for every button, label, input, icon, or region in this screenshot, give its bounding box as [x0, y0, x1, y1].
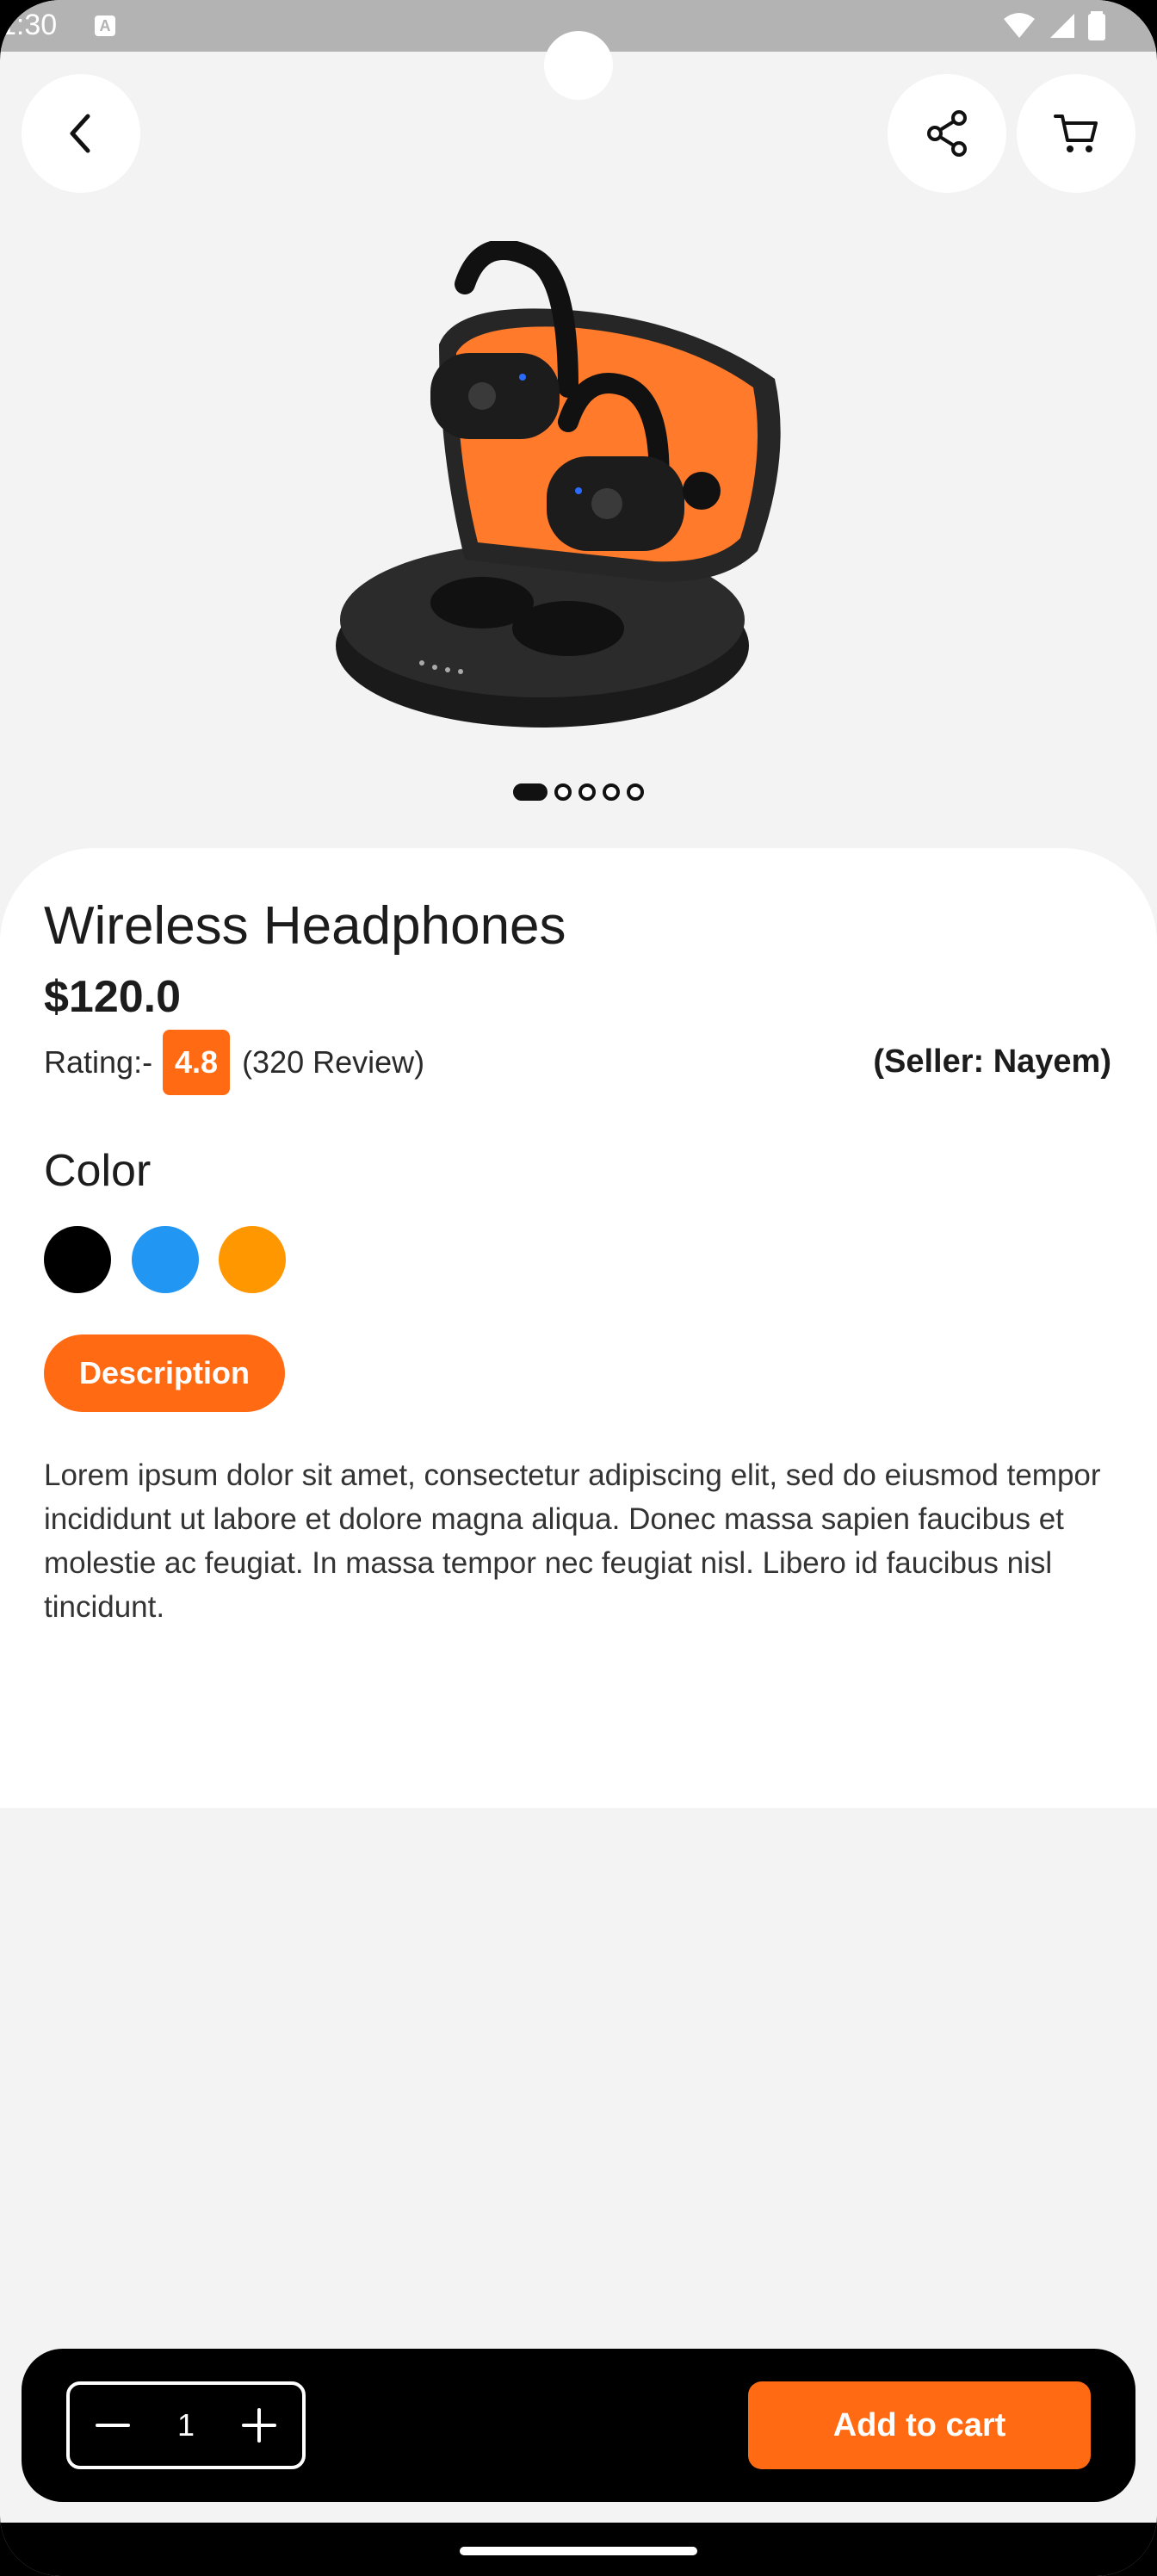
add-to-cart-button[interactable]: Add to cart	[748, 2381, 1091, 2469]
plus-icon[interactable]	[240, 2406, 278, 2444]
battery-icon	[1088, 11, 1105, 40]
color-swatch-orange[interactable]	[219, 1226, 286, 1293]
back-button[interactable]	[22, 74, 140, 193]
carousel-dot[interactable]	[627, 783, 644, 801]
rating-row: Rating:- 4.8 (320 Review)	[44, 1030, 424, 1095]
share-button[interactable]	[888, 74, 1006, 193]
quantity-stepper: 1	[66, 2381, 306, 2469]
description-text: Lorem ipsum dolor sit amet, consectetur …	[44, 1458, 1101, 1624]
color-label: Color	[44, 1146, 152, 1196]
product-price: $120.0	[44, 972, 182, 1022]
carousel-dot[interactable]	[554, 783, 572, 801]
quantity-value: 1	[176, 2407, 195, 2443]
carousel-dot[interactable]	[578, 783, 596, 801]
share-icon	[927, 110, 967, 157]
rating-badge: 4.8	[163, 1030, 231, 1095]
signal-icon	[1050, 14, 1074, 38]
a-icon: A	[95, 15, 115, 36]
color-swatch-blue[interactable]	[132, 1226, 199, 1293]
product-title: Wireless Headphones	[44, 896, 566, 956]
product-detail-screen: 1:30 A Wireless Headphones $120.0 Rating…	[0, 0, 1157, 2576]
chevron-left-icon	[70, 114, 90, 153]
carousel-indicator	[0, 783, 1157, 801]
cart-bar: 1 Add to cart	[22, 2349, 1135, 2502]
carousel-dot[interactable]	[513, 783, 548, 801]
color-swatch-black[interactable]	[44, 1226, 111, 1293]
status-time: 1:30	[0, 9, 58, 41]
carousel-dot[interactable]	[603, 783, 620, 801]
review-count[interactable]: (320 Review)	[242, 1044, 424, 1081]
seller-label: (Seller: Nayem)	[873, 1043, 1111, 1080]
camera-cutout	[544, 31, 613, 100]
description-tab[interactable]: Description	[44, 1334, 285, 1412]
cart-icon	[1054, 115, 1098, 152]
product-image[interactable]	[310, 241, 792, 758]
home-indicator[interactable]	[460, 2547, 697, 2555]
cart-button[interactable]	[1017, 74, 1135, 193]
minus-icon[interactable]	[94, 2406, 132, 2444]
rating-label: Rating:-	[44, 1044, 153, 1080]
wifi-icon	[1004, 13, 1035, 38]
